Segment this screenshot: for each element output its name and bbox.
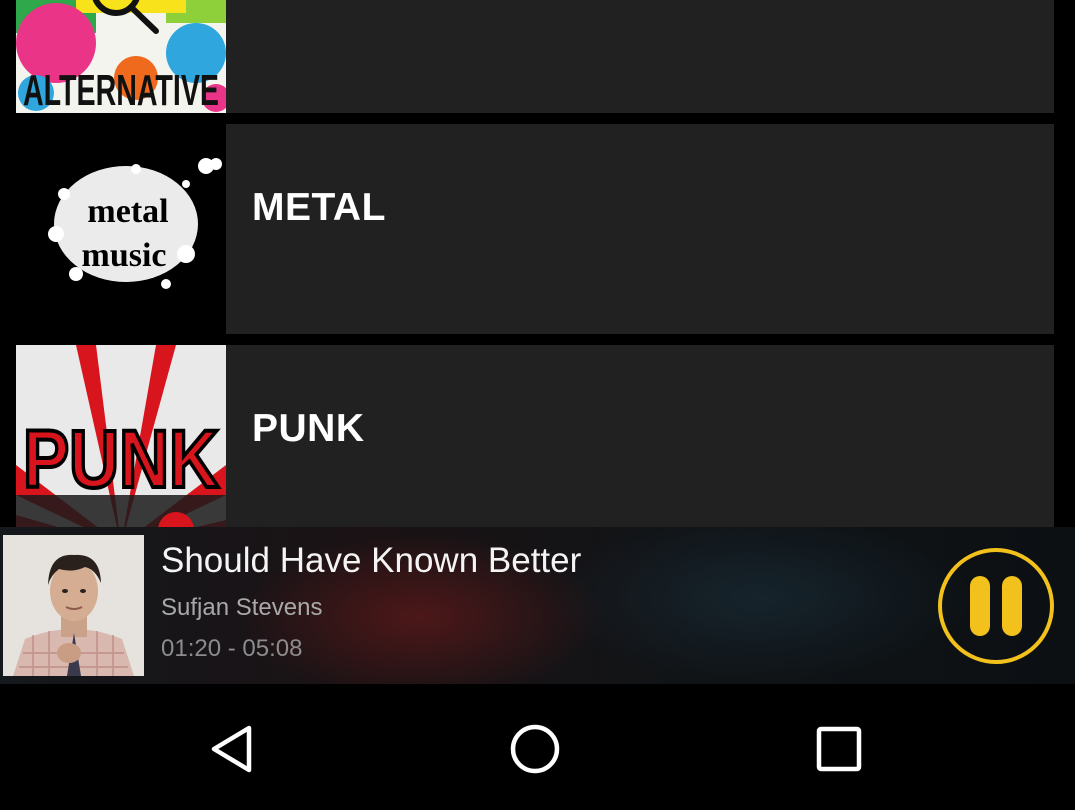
svg-text:music: music: [82, 237, 167, 274]
genre-thumb-punk: PUNK: [16, 345, 226, 527]
nav-recents-button[interactable]: [804, 714, 874, 784]
track-time: 01:20 - 05:08: [161, 635, 303, 662]
genre-label-panel: METAL: [226, 124, 1054, 334]
genre-label-panel: INDIE / ALTERNATIVE: [226, 0, 1054, 113]
recents-square-icon: [816, 726, 862, 772]
pause-icon: [938, 548, 1054, 664]
nav-back-button[interactable]: [198, 714, 268, 784]
genre-label: METAL: [252, 186, 386, 229]
home-circle-icon: [510, 724, 560, 774]
svg-text:ALTERNATIVE: ALTERNATIVE: [23, 66, 219, 113]
back-triangle-icon: [211, 725, 252, 773]
svg-text:PUNK: PUNK: [23, 414, 219, 505]
system-nav-bar: [0, 684, 1075, 810]
genre-item-metal[interactable]: metal music METAL: [16, 124, 1054, 334]
genre-label: INDIE / ALTERNATIVE: [252, 0, 664, 9]
pause-button[interactable]: [936, 546, 1056, 666]
genre-label-panel: PUNK: [226, 345, 1054, 527]
now-playing-bar[interactable]: Should Have Known Better Sufjan Stevens …: [0, 527, 1075, 684]
genre-label: PUNK: [252, 407, 365, 450]
genre-thumb-alternative: ALTERNATIVE: [16, 0, 226, 113]
track-artist: Sufjan Stevens: [161, 594, 323, 621]
album-art[interactable]: [3, 535, 144, 676]
genre-thumb-metal: metal music: [16, 124, 226, 334]
track-title: Should Have Known Better: [161, 541, 582, 580]
nav-home-button[interactable]: [500, 714, 570, 784]
genre-item-indie-alternative[interactable]: ALTERNATIVE INDIE / ALTERNATIVE: [16, 0, 1054, 113]
genre-list: ALTERNATIVE INDIE / ALTERNATIVE me: [0, 0, 1075, 527]
genre-item-punk[interactable]: PUNK PUNK: [16, 345, 1054, 527]
svg-text:metal: metal: [87, 193, 168, 230]
